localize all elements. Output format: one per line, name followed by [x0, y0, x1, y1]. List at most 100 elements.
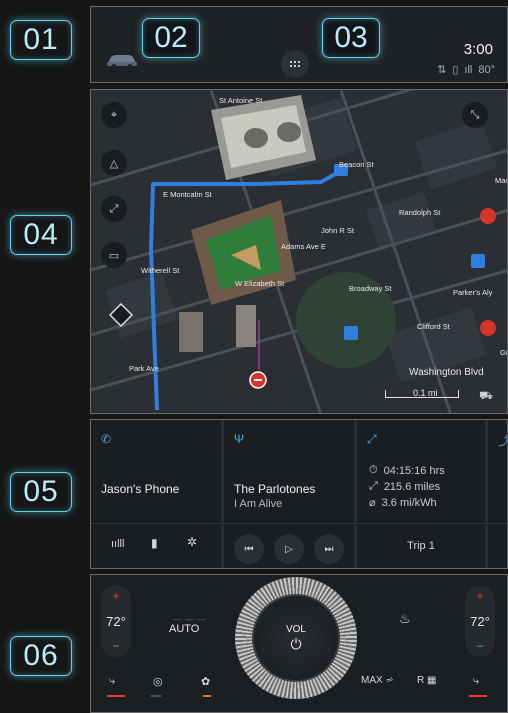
volume-knob[interactable]: VOL ⏻	[235, 577, 357, 699]
car-icon: ⛟	[479, 390, 493, 402]
route-icon: ⤢	[109, 202, 119, 215]
street-label: Adams Ave E	[281, 242, 326, 251]
auto-button[interactable]: AUTO	[169, 623, 199, 635]
3d-view-button[interactable]: △	[101, 150, 127, 176]
street-label: Gr	[500, 348, 508, 357]
battery-icon: ▮	[151, 536, 158, 550]
hazard-marker[interactable]	[480, 320, 496, 336]
temp-up-icon[interactable]: +	[112, 589, 119, 603]
map-scale-label: 0.1 mi	[413, 388, 438, 398]
phone-name: Jason's Phone	[101, 482, 180, 496]
trip-efficiency: 3.6 mi/kWh	[381, 496, 437, 509]
vol-label: VOL	[285, 623, 306, 635]
efficiency-icon: ⌀	[369, 497, 376, 509]
trip-distance: 215.6 miles	[383, 480, 441, 493]
passenger-heat-indicator	[469, 695, 487, 697]
route-distance-icon: ⤢	[369, 480, 378, 492]
rear-label: R	[417, 675, 425, 686]
card-divider	[91, 523, 221, 524]
callout-05: 05	[10, 472, 72, 512]
street-label: Witherell St	[141, 266, 180, 275]
previous-track-button[interactable]: ⏮	[234, 534, 264, 564]
bluetooth-transfer-icon: ⇅	[437, 64, 447, 76]
passenger-temp: 72°	[470, 613, 490, 629]
power-icon: ⏻	[290, 635, 302, 652]
layers-icon: ▭	[108, 249, 120, 262]
street-label: E Montcalm St	[163, 190, 212, 199]
trip-duration-row: ⏱ 04:15:16 hrs	[369, 464, 445, 477]
heat-level-indicator	[107, 695, 125, 697]
3d-icon: △	[109, 157, 119, 170]
temp-up-icon[interactable]: +	[476, 589, 483, 603]
heated-seat-icon[interactable]: ⤷	[109, 675, 115, 688]
street-label: Broadway St	[349, 284, 392, 293]
street-label: Clifford St	[417, 322, 450, 331]
defrost-auto-icon[interactable]: ♨	[399, 611, 411, 627]
signal-icon: ıll	[464, 63, 473, 76]
settings-icon: ✲	[187, 535, 198, 549]
callout-01: 01	[10, 20, 72, 60]
vehicle-icon[interactable]	[105, 51, 139, 69]
street-label: Beacon St	[339, 160, 374, 169]
media-card[interactable]: Ψ The Parlotones I Am Alive ⏮ ▷ ⏭	[224, 420, 354, 568]
temp-down-icon[interactable]: −	[476, 639, 483, 653]
card-divider	[224, 523, 354, 524]
street-label: Randolph St	[399, 208, 441, 217]
street-label: W Elizabeth St	[235, 279, 285, 288]
usb-icon: Ψ	[234, 432, 245, 446]
partial-card[interactable]: ⤴	[488, 420, 507, 568]
street-label: Parker's Aly	[453, 288, 493, 297]
orientation-icon: ⌖	[110, 108, 118, 121]
route-icon: ⤢	[367, 432, 377, 446]
street-label: Park Ave	[129, 364, 159, 373]
trip-duration: 04:15:16 hrs	[383, 464, 445, 477]
apps-button[interactable]	[281, 50, 309, 78]
route-options-button[interactable]: ⤢	[101, 196, 127, 222]
fullscreen-button[interactable]: ⤡	[462, 102, 488, 128]
passenger-heated-seat-icon[interactable]: ⤷	[473, 675, 479, 688]
media-track: I Am Alive	[234, 498, 283, 510]
charging-station-marker[interactable]	[344, 326, 358, 340]
layers-button[interactable]: ▭	[101, 242, 127, 268]
charging-station-marker[interactable]	[471, 254, 485, 268]
phone-card[interactable]: ✆ Jason's Phone ıılll ▮ ✲	[91, 420, 221, 568]
play-button[interactable]: ▷	[274, 534, 304, 564]
next-track-button[interactable]: ⏭	[314, 534, 344, 564]
navigation-map[interactable]: ⌖ △ ⤢ ▭ ⤡ ⛟ St Antoine St Beacon St E Mo…	[90, 89, 508, 414]
driver-temp-control[interactable]: + 72° −	[101, 585, 131, 657]
phone-battery-icon: ▯	[452, 64, 459, 76]
fan-indicator	[203, 695, 211, 697]
max-label: MAX	[361, 675, 383, 686]
trip-efficiency-row: ⌀ 3.6 mi/kWh	[369, 496, 437, 510]
fan-icon[interactable]: ✿	[201, 675, 210, 688]
stopwatch-icon: ⏱	[369, 464, 378, 476]
screen: 01 04 05 06 3:00 ⇅ ▯ ıll 80° 02 03 ⌖ △ ⤢…	[0, 0, 508, 713]
outside-temperature: 80°	[478, 63, 495, 76]
card-divider	[357, 523, 485, 524]
passenger-temp-control[interactable]: + 72° −	[465, 585, 495, 657]
callout-04: 04	[10, 215, 72, 255]
widget-cards: ✆ Jason's Phone ıılll ▮ ✲ Ψ The Parloton…	[90, 419, 508, 569]
rear-defrost-button[interactable]: R ▦	[417, 675, 436, 686]
grid-icon	[289, 60, 301, 68]
card-divider	[488, 523, 507, 524]
max-defrost-button[interactable]: MAX ⩫	[361, 675, 394, 686]
street-label: St Antoine St	[219, 96, 263, 105]
skip-back-icon: ⏮	[244, 543, 254, 555]
callout-02: 02	[142, 18, 200, 58]
phone-icon: ✆	[101, 432, 112, 446]
trip-label[interactable]: Trip 1	[357, 540, 485, 552]
callout-06: 06	[10, 636, 72, 676]
trip-card[interactable]: ⤢ ⏱ 04:15:16 hrs ⤢ 215.6 miles ⌀ 3.6 mi/kWh…	[357, 420, 485, 568]
compass-button[interactable]: ⌖	[101, 102, 127, 128]
callout-03: 03	[322, 18, 380, 58]
hazard-marker[interactable]	[480, 208, 496, 224]
status-icons: ⇅ ▯ ıll 80°	[437, 63, 495, 77]
heated-wheel-icon[interactable]: ◎	[153, 675, 163, 688]
clock: 3:00	[463, 41, 493, 58]
street-label: Mac	[495, 176, 508, 185]
volume-knob-center[interactable]: VOL ⏻	[252, 594, 340, 682]
skip-forward-icon: ⏭	[324, 543, 334, 555]
temp-down-icon[interactable]: −	[112, 639, 119, 653]
vehicle-view-button[interactable]: ⛟	[473, 384, 499, 410]
